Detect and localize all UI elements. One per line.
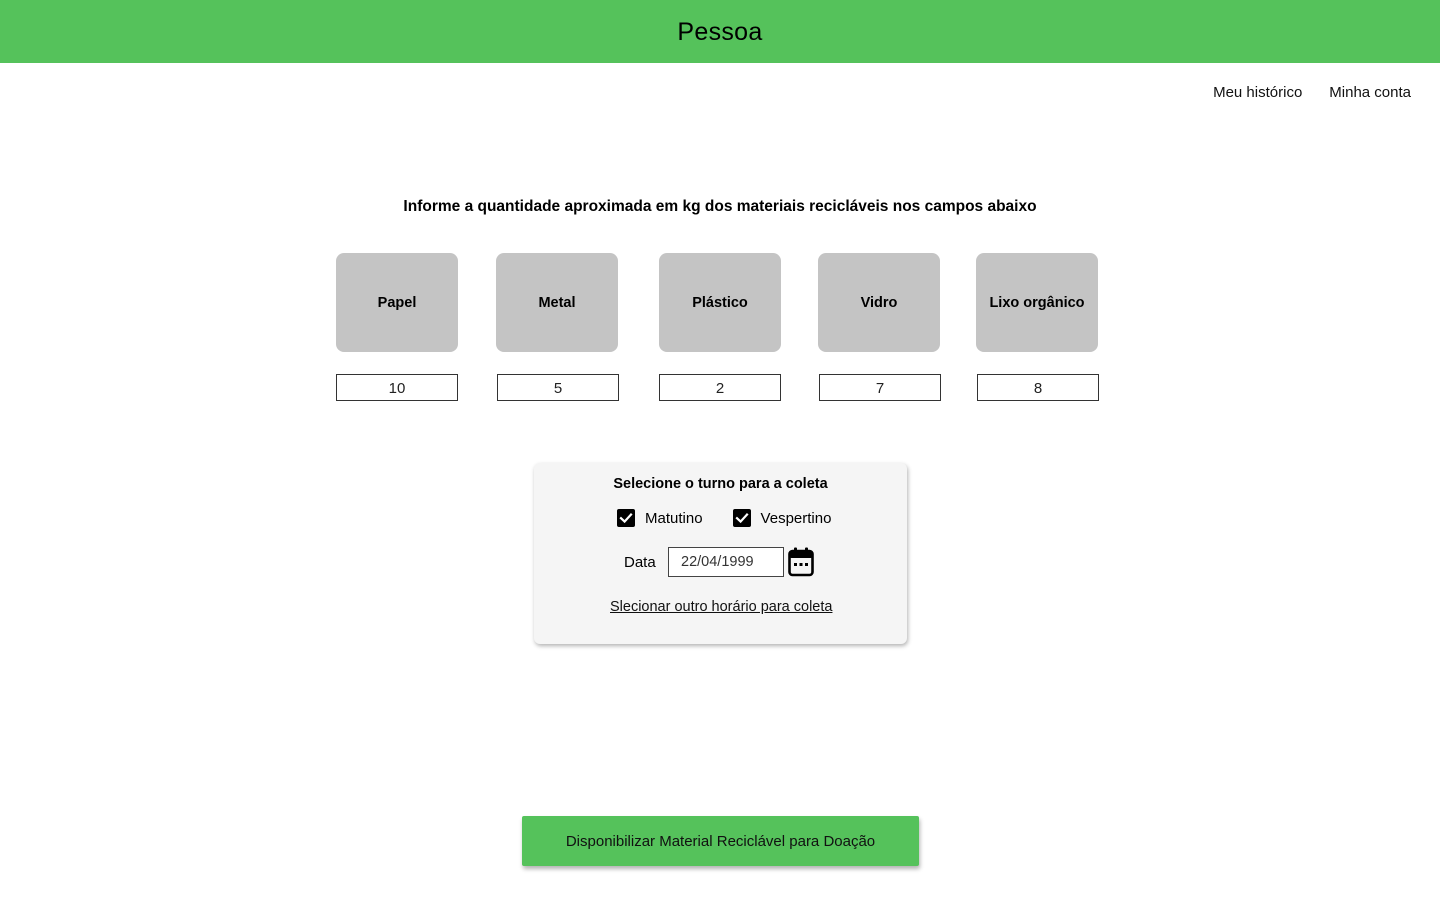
page-title: Pessoa — [677, 17, 763, 46]
account-link[interactable]: Minha conta — [1329, 84, 1411, 101]
material-card-lixo-organico[interactable]: Lixo orgânico — [976, 253, 1098, 352]
matutino-label: Matutino — [645, 509, 703, 527]
quantity-input-metal[interactable] — [497, 374, 619, 401]
matutino-checkbox[interactable] — [617, 509, 635, 527]
calendar-icon[interactable] — [788, 547, 814, 577]
material-card-plastico[interactable]: Plástico — [659, 253, 781, 352]
shift-options: Matutino Vespertino — [617, 509, 831, 527]
app-header: Pessoa — [0, 0, 1440, 63]
check-icon — [619, 513, 633, 524]
quantity-input-lixo-organico[interactable] — [977, 374, 1099, 401]
material-card-vidro[interactable]: Vidro — [818, 253, 940, 352]
quantity-input-vidro[interactable] — [819, 374, 941, 401]
history-link[interactable]: Meu histórico — [1213, 84, 1302, 101]
top-nav: Meu histórico Minha conta — [1213, 84, 1411, 101]
other-time-link[interactable]: Slecionar outro horário para coleta — [610, 599, 832, 615]
vespertino-checkbox[interactable] — [732, 509, 751, 527]
check-icon — [734, 513, 749, 524]
shift-panel: Selecione o turno para a coleta Matutino… — [534, 463, 907, 644]
quantity-input-papel[interactable] — [336, 374, 458, 401]
date-row: Data — [624, 547, 814, 577]
date-label: Data — [624, 553, 656, 571]
vespertino-label: Vespertino — [760, 509, 832, 527]
shift-panel-title: Selecione o turno para a coleta — [613, 476, 828, 492]
material-card-metal[interactable]: Metal — [496, 253, 618, 352]
donate-material-button[interactable]: Disponibilizar Material Reciclável para … — [522, 816, 919, 866]
date-field[interactable] — [668, 547, 784, 577]
material-card-papel[interactable]: Papel — [336, 253, 458, 352]
instruction-text: Informe a quantidade aproximada em kg do… — [403, 198, 1037, 215]
quantity-input-plastico[interactable] — [659, 374, 781, 401]
